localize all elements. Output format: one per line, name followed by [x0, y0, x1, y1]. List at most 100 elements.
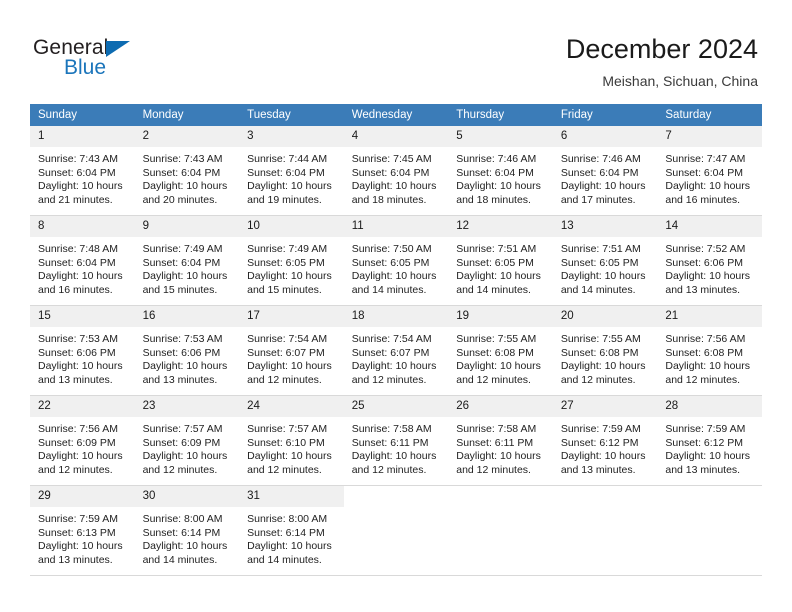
day-cell[interactable]: 9 Sunrise: 7:49 AM Sunset: 6:04 PM Dayli…: [134, 216, 240, 305]
day-cell[interactable]: 15 Sunrise: 7:53 AM Sunset: 6:06 PM Dayl…: [30, 306, 135, 395]
calendar-cell[interactable]: 11 Sunrise: 7:50 AM Sunset: 6:05 PM Dayl…: [343, 215, 449, 306]
day-number: 3: [239, 126, 344, 147]
calendar-cell[interactable]: 18 Sunrise: 7:54 AM Sunset: 6:07 PM Dayl…: [343, 305, 449, 396]
calendar-cell[interactable]: 26 Sunrise: 7:58 AM Sunset: 6:11 PM Dayl…: [448, 395, 553, 486]
daylight-text-line1: Daylight: 10 hours: [665, 180, 751, 193]
day-cell[interactable]: 27 Sunrise: 7:59 AM Sunset: 6:12 PM Dayl…: [552, 396, 658, 485]
day-cell[interactable]: 5 Sunrise: 7:46 AM Sunset: 6:04 PM Dayli…: [448, 126, 553, 215]
day-cell[interactable]: 18 Sunrise: 7:54 AM Sunset: 6:07 PM Dayl…: [343, 306, 449, 395]
day-cell[interactable]: 8 Sunrise: 7:48 AM Sunset: 6:04 PM Dayli…: [30, 216, 135, 305]
day-cell[interactable]: 2 Sunrise: 7:43 AM Sunset: 6:04 PM Dayli…: [134, 126, 240, 215]
day-cell[interactable]: 16 Sunrise: 7:53 AM Sunset: 6:06 PM Dayl…: [134, 306, 240, 395]
daylight-text-line1: Daylight: 10 hours: [247, 180, 332, 193]
day-info: Sunrise: 7:53 AM Sunset: 6:06 PM Dayligh…: [30, 327, 135, 387]
day-number: 8: [30, 216, 135, 237]
sunset-text: Sunset: 6:11 PM: [351, 436, 429, 449]
calendar-cell[interactable]: 20 Sunrise: 7:55 AM Sunset: 6:08 PM Dayl…: [552, 305, 658, 396]
calendar-cell[interactable]: 14 Sunrise: 7:52 AM Sunset: 6:06 PM Dayl…: [657, 215, 762, 306]
day-cell[interactable]: 6 Sunrise: 7:46 AM Sunset: 6:04 PM Dayli…: [552, 126, 658, 215]
calendar-cell[interactable]: 13 Sunrise: 7:51 AM Sunset: 6:05 PM Dayl…: [552, 215, 658, 306]
sunset-text: Sunset: 6:06 PM: [665, 256, 744, 269]
calendar-cell[interactable]: 27 Sunrise: 7:59 AM Sunset: 6:12 PM Dayl…: [552, 395, 658, 486]
calendar-cell[interactable]: 12 Sunrise: 7:51 AM Sunset: 6:05 PM Dayl…: [448, 215, 553, 306]
day-number: [343, 486, 449, 507]
logo-triangle-icon: [106, 41, 130, 57]
day-cell[interactable]: 13 Sunrise: 7:51 AM Sunset: 6:05 PM Dayl…: [552, 216, 658, 305]
calendar-cell[interactable]: 5 Sunrise: 7:46 AM Sunset: 6:04 PM Dayli…: [448, 126, 553, 216]
daylight-text-line1: Daylight: 10 hours: [560, 180, 646, 193]
day-cell[interactable]: 31 Sunrise: 8:00 AM Sunset: 6:14 PM Dayl…: [239, 486, 344, 575]
daylight-text-line2: and 14 minutes.: [247, 553, 322, 566]
sunrise-text: Sunrise: 7:47 AM: [665, 153, 746, 165]
calendar-cell[interactable]: 6 Sunrise: 7:46 AM Sunset: 6:04 PM Dayli…: [552, 126, 658, 216]
calendar-cell[interactable]: 15 Sunrise: 7:53 AM Sunset: 6:06 PM Dayl…: [30, 305, 135, 396]
day-cell[interactable]: 17 Sunrise: 7:54 AM Sunset: 6:07 PM Dayl…: [239, 306, 344, 395]
calendar-cell[interactable]: 7 Sunrise: 7:47 AM Sunset: 6:04 PM Dayli…: [657, 126, 762, 216]
day-cell[interactable]: 26 Sunrise: 7:58 AM Sunset: 6:11 PM Dayl…: [448, 396, 553, 485]
daylight-text-line2: and 14 minutes.: [142, 553, 218, 566]
calendar-cell[interactable]: 25 Sunrise: 7:58 AM Sunset: 6:11 PM Dayl…: [343, 395, 449, 486]
day-cell[interactable]: 21 Sunrise: 7:56 AM Sunset: 6:08 PM Dayl…: [657, 306, 762, 395]
daylight-text-line1: Daylight: 10 hours: [38, 540, 123, 553]
daylight-text-line1: Daylight: 10 hours: [560, 360, 646, 373]
daylight-text-line2: and 13 minutes.: [560, 463, 636, 476]
day-cell[interactable]: 7 Sunrise: 7:47 AM Sunset: 6:04 PM Dayli…: [657, 126, 762, 215]
day-cell[interactable]: 3 Sunrise: 7:44 AM Sunset: 6:04 PM Dayli…: [239, 126, 344, 215]
day-info: Sunrise: 8:00 AM Sunset: 6:14 PM Dayligh…: [135, 507, 240, 567]
day-number: 11: [343, 216, 449, 237]
sunrise-text: Sunrise: 7:46 AM: [456, 153, 537, 165]
calendar-cell[interactable]: 28 Sunrise: 7:59 AM Sunset: 6:12 PM Dayl…: [657, 395, 762, 486]
daylight-text-line1: Daylight: 10 hours: [247, 450, 332, 463]
day-number: 17: [239, 306, 344, 327]
day-cell[interactable]: 25 Sunrise: 7:58 AM Sunset: 6:11 PM Dayl…: [343, 396, 449, 485]
weekday-header-friday: Friday: [552, 104, 658, 126]
calendar-cell[interactable]: 4 Sunrise: 7:45 AM Sunset: 6:04 PM Dayli…: [343, 126, 449, 216]
calendar-cell: [448, 485, 553, 576]
calendar-cell[interactable]: 23 Sunrise: 7:57 AM Sunset: 6:09 PM Dayl…: [134, 395, 240, 486]
day-cell[interactable]: 28 Sunrise: 7:59 AM Sunset: 6:12 PM Dayl…: [657, 396, 762, 485]
calendar-cell[interactable]: 3 Sunrise: 7:44 AM Sunset: 6:04 PM Dayli…: [239, 126, 344, 216]
calendar-cell[interactable]: 1 Sunrise: 7:43 AM Sunset: 6:04 PM Dayli…: [30, 126, 135, 216]
day-cell[interactable]: 10 Sunrise: 7:49 AM Sunset: 6:05 PM Dayl…: [239, 216, 344, 305]
daylight-text-line1: Daylight: 10 hours: [142, 270, 228, 283]
calendar-cell[interactable]: 2 Sunrise: 7:43 AM Sunset: 6:04 PM Dayli…: [134, 126, 240, 216]
daylight-text-line2: and 12 minutes.: [142, 463, 218, 476]
sunset-text: Sunset: 6:09 PM: [38, 436, 116, 449]
sunset-text: Sunset: 6:12 PM: [560, 436, 639, 449]
calendar-cell[interactable]: 31 Sunrise: 8:00 AM Sunset: 6:14 PM Dayl…: [239, 485, 344, 576]
calendar-cell[interactable]: 10 Sunrise: 7:49 AM Sunset: 6:05 PM Dayl…: [239, 215, 344, 306]
day-cell[interactable]: 23 Sunrise: 7:57 AM Sunset: 6:09 PM Dayl…: [134, 396, 240, 485]
day-cell[interactable]: 4 Sunrise: 7:45 AM Sunset: 6:04 PM Dayli…: [343, 126, 449, 215]
day-cell[interactable]: 30 Sunrise: 8:00 AM Sunset: 6:14 PM Dayl…: [134, 486, 240, 575]
sunrise-text: Sunrise: 7:44 AM: [247, 153, 328, 165]
calendar-cell[interactable]: 17 Sunrise: 7:54 AM Sunset: 6:07 PM Dayl…: [239, 305, 344, 396]
day-cell[interactable]: 19 Sunrise: 7:55 AM Sunset: 6:08 PM Dayl…: [448, 306, 553, 395]
calendar-cell[interactable]: 24 Sunrise: 7:57 AM Sunset: 6:10 PM Dayl…: [239, 395, 344, 486]
weekday-header-wednesday: Wednesday: [343, 104, 449, 126]
day-cell[interactable]: 20 Sunrise: 7:55 AM Sunset: 6:08 PM Dayl…: [552, 306, 658, 395]
day-cell[interactable]: 1 Sunrise: 7:43 AM Sunset: 6:04 PM Dayli…: [30, 126, 135, 215]
calendar-cell[interactable]: 16 Sunrise: 7:53 AM Sunset: 6:06 PM Dayl…: [134, 305, 240, 396]
day-cell[interactable]: 22 Sunrise: 7:56 AM Sunset: 6:09 PM Dayl…: [30, 396, 135, 485]
daylight-text-line1: Daylight: 10 hours: [665, 450, 751, 463]
day-number: 13: [552, 216, 658, 237]
sunset-text: Sunset: 6:13 PM: [38, 526, 116, 539]
calendar-cell[interactable]: 29 Sunrise: 7:59 AM Sunset: 6:13 PM Dayl…: [30, 485, 135, 576]
day-cell[interactable]: 29 Sunrise: 7:59 AM Sunset: 6:13 PM Dayl…: [30, 486, 135, 575]
day-cell[interactable]: 14 Sunrise: 7:52 AM Sunset: 6:06 PM Dayl…: [657, 216, 762, 305]
calendar-cell[interactable]: 21 Sunrise: 7:56 AM Sunset: 6:08 PM Dayl…: [657, 305, 762, 396]
day-cell-empty: [448, 486, 553, 575]
general-blue-logo[interactable]: General Blue: [33, 36, 203, 86]
sunset-text: Sunset: 6:04 PM: [38, 166, 116, 179]
calendar-cell[interactable]: 19 Sunrise: 7:55 AM Sunset: 6:08 PM Dayl…: [448, 305, 553, 396]
calendar-cell[interactable]: 8 Sunrise: 7:48 AM Sunset: 6:04 PM Dayli…: [30, 215, 135, 306]
calendar-cell[interactable]: 9 Sunrise: 7:49 AM Sunset: 6:04 PM Dayli…: [134, 215, 240, 306]
calendar-cell[interactable]: 22 Sunrise: 7:56 AM Sunset: 6:09 PM Dayl…: [30, 395, 135, 486]
day-cell[interactable]: 24 Sunrise: 7:57 AM Sunset: 6:10 PM Dayl…: [239, 396, 344, 485]
day-cell[interactable]: 11 Sunrise: 7:50 AM Sunset: 6:05 PM Dayl…: [343, 216, 449, 305]
day-info: Sunrise: 7:56 AM Sunset: 6:09 PM Dayligh…: [30, 417, 135, 477]
day-cell[interactable]: 12 Sunrise: 7:51 AM Sunset: 6:05 PM Dayl…: [448, 216, 553, 305]
daylight-text-line2: and 20 minutes.: [142, 193, 218, 206]
day-number: 30: [134, 486, 240, 507]
calendar-cell[interactable]: 30 Sunrise: 8:00 AM Sunset: 6:14 PM Dayl…: [134, 485, 240, 576]
